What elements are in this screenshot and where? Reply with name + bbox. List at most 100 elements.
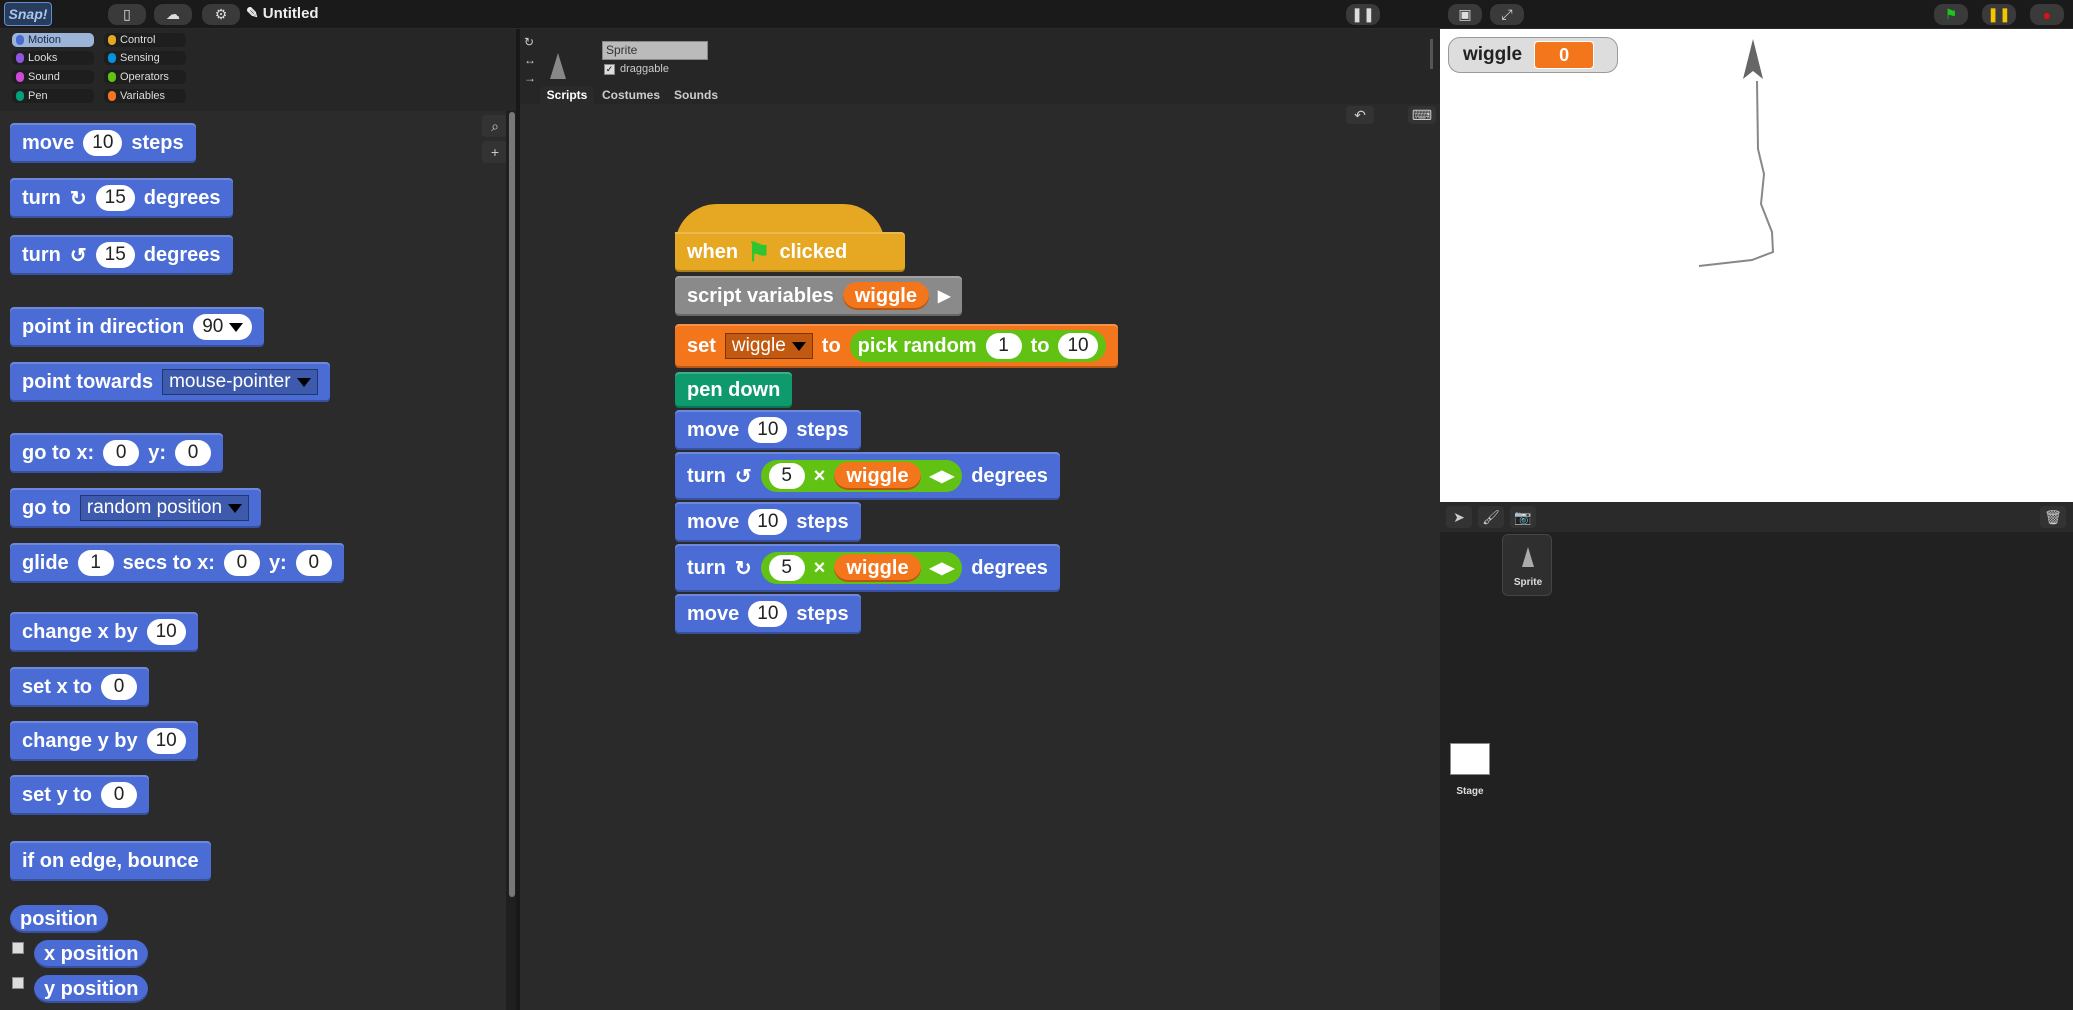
sprite-thumbnail[interactable]: Sprite [1502,534,1552,596]
secs-input[interactable]: 1 [77,550,114,576]
snap-logo[interactable]: Snap! [4,2,52,26]
palette-point-direction-block[interactable]: point in direction 90 [10,307,264,347]
palette-goto-xy-block[interactable]: go to x: 0 y: 0 [10,433,224,473]
steps-input[interactable]: 10 [748,417,788,443]
sprite-name-input[interactable]: Sprite [602,41,708,60]
palette-x-position-reporter[interactable]: x position [34,940,149,968]
footprints-icon[interactable]: ❚❚ [1346,4,1380,25]
arity-arrows-icon[interactable]: ◀▶ [930,466,955,486]
scripts-area[interactable]: ↶ ⌨ when ⚑ clicked script variables wiggle ▶… [520,104,1440,1010]
stage[interactable]: wiggle 0 [1440,29,2073,502]
set-x-input[interactable]: 0 [101,674,138,700]
multiplier-input[interactable]: 5 [768,463,805,489]
move-block-1[interactable]: move 10 steps [675,410,861,450]
category-variables[interactable]: Variables [104,89,186,103]
steps-input[interactable]: 10 [748,509,788,535]
wiggle-variable[interactable]: wiggle [834,462,921,490]
tab-costumes[interactable]: Costumes [600,86,662,104]
direction-input[interactable]: 90 [193,314,252,340]
undo-icon[interactable]: ↶ [1346,106,1374,124]
palette-scrollbar[interactable] [509,112,515,897]
draggable-checkbox[interactable]: ✓ [604,64,615,75]
change-x-input[interactable]: 10 [146,619,186,645]
palette-point-towards-block[interactable]: point towards mouse-pointer [10,362,330,402]
no-rotate-icon[interactable]: → [524,69,536,87]
category-sensing[interactable]: Sensing [104,51,186,65]
y-input[interactable]: 0 [175,440,212,466]
steps-input[interactable]: 10 [748,601,788,627]
category-pen[interactable]: Pen [12,89,94,103]
palette-bounce-block[interactable]: if on edge, bounce [10,841,211,881]
set-variable-block[interactable]: set wiggle to pick random 1 to 10 [675,324,1118,368]
cloud-icon[interactable]: ☁ [154,4,192,25]
palette-change-x-block[interactable]: change x by 10 [10,612,198,652]
trash-icon[interactable]: 🗑 [2040,506,2066,528]
fullscreen-icon[interactable]: ⤢ [1490,4,1524,25]
palette-move-block[interactable]: move 10 steps [10,123,196,163]
degrees-input[interactable]: 15 [95,242,135,268]
make-block-icon[interactable]: + [482,141,506,163]
add-turtle-icon[interactable]: ➤ [1446,506,1472,528]
variable-dropdown[interactable]: wiggle [724,333,813,359]
x-input[interactable]: 0 [223,550,260,576]
x-position-checkbox[interactable] [12,942,24,954]
move-block-2[interactable]: move 10 steps [675,502,861,542]
palette-glide-block[interactable]: glide 1 secs to x: 0 y: 0 [10,543,344,583]
tab-sounds[interactable]: Sounds [670,86,722,104]
category-motion[interactable]: Motion [12,33,94,47]
camera-icon[interactable]: 📷 [1510,506,1536,528]
move-block-3[interactable]: move 10 steps [675,594,861,634]
turn-ccw-block[interactable]: turn ↺ 5 × wiggle ◀▶ degrees [675,452,1060,500]
expand-arrow-icon[interactable]: ▶ [938,286,950,306]
palette-turn-cw-block[interactable]: turn ↻ 15 degrees [10,178,233,218]
category-control[interactable]: Control [104,33,186,47]
palette-set-y-block[interactable]: set y to 0 [10,775,150,815]
set-y-input[interactable]: 0 [101,782,138,808]
pick-random-reporter[interactable]: pick random 1 to 10 [849,330,1106,362]
category-operators[interactable]: Operators [104,70,186,84]
wiggle-variable[interactable]: wiggle [834,554,921,582]
turn-cw-block[interactable]: turn ↻ 5 × wiggle ◀▶ degrees [675,544,1060,592]
category-sound[interactable]: Sound [12,70,94,84]
palette-turn-ccw-block[interactable]: turn ↺ 15 degrees [10,235,233,275]
multiply-reporter[interactable]: 5 × wiggle ◀▶ [760,552,963,584]
block-text: degrees [971,464,1048,487]
degrees-input[interactable]: 15 [95,185,135,211]
gear-icon[interactable]: ⚙ [202,4,240,25]
pause-icon[interactable]: ❚❚ [1982,4,2016,25]
multiplier-input[interactable]: 5 [768,555,805,581]
file-icon[interactable]: ▯ [108,4,146,25]
multiply-reporter[interactable]: 5 × wiggle ◀▶ [760,460,963,492]
left-right-icon[interactable]: ↔ [524,51,536,69]
y-position-checkbox[interactable] [12,977,24,989]
stage-size-icon[interactable]: ▣ [1448,4,1482,25]
green-flag-icon[interactable]: ⚑ [1934,4,1968,25]
tab-scripts[interactable]: Scripts [540,86,594,104]
x-input[interactable]: 0 [103,440,140,466]
category-looks[interactable]: Looks [12,51,94,65]
palette-change-y-block[interactable]: change y by 10 [10,721,198,761]
pen-down-block[interactable]: pen down [675,372,793,408]
palette-y-position-reporter[interactable]: y position [34,975,149,1003]
random-from-input[interactable]: 1 [985,333,1022,359]
search-icon[interactable]: ⌕ [482,115,506,137]
motion-color-dot [16,35,24,45]
script-variables-block[interactable]: script variables wiggle ▶ [675,276,963,316]
keyboard-icon[interactable]: ⌨ [1408,106,1436,124]
goto-dropdown[interactable]: random position [79,495,250,521]
when-flag-clicked-block[interactable]: when ⚑ clicked [675,232,905,272]
stage-thumbnail[interactable] [1450,743,1490,775]
steps-input[interactable]: 10 [83,130,123,156]
change-y-input[interactable]: 10 [146,728,186,754]
rotate-icon[interactable]: ↻ [524,33,536,51]
wiggle-variable[interactable]: wiggle [842,282,929,310]
palette-set-x-block[interactable]: set x to 0 [10,667,150,707]
random-to-input[interactable]: 10 [1058,333,1098,359]
stop-icon[interactable]: ● [2030,4,2064,25]
palette-position-reporter[interactable]: position [10,905,108,933]
towards-dropdown[interactable]: mouse-pointer [162,369,318,395]
palette-goto-block[interactable]: go to random position [10,488,262,528]
y-input[interactable]: 0 [295,550,332,576]
paintbrush-icon[interactable]: 🖌 [1478,506,1504,528]
arity-arrows-icon[interactable]: ◀▶ [930,558,955,578]
